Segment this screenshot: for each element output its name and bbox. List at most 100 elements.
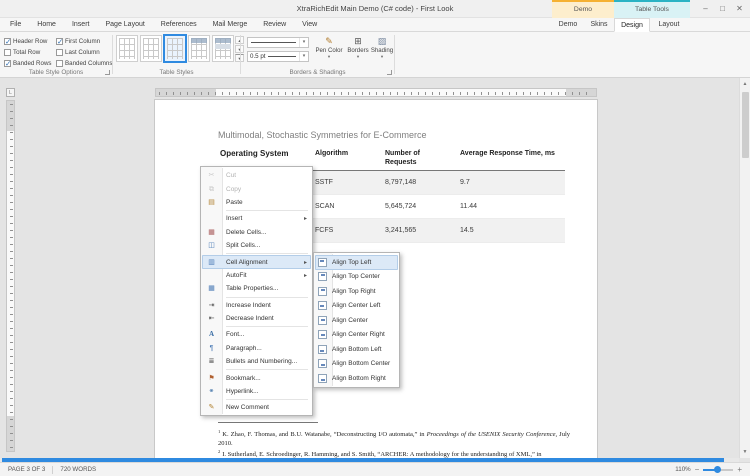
checkbox-header-row[interactable]: Header Row	[4, 36, 54, 46]
menu-item-font[interactable]: Font...	[202, 328, 311, 341]
checkbox-last-column[interactable]: Last Column	[56, 47, 112, 57]
tab-stop-selector[interactable]	[6, 88, 15, 97]
line-style-combo[interactable]	[247, 37, 309, 48]
zoom-out-icon[interactable]	[695, 464, 700, 476]
table-cell-response[interactable]: 11.44	[455, 195, 565, 219]
menu-item-cell-alignment[interactable]: Cell Alignment	[202, 255, 311, 268]
column-header-average-response-time[interactable]: Average Response Time, ms	[455, 146, 565, 171]
maximize-icon[interactable]	[714, 0, 731, 18]
zoom-controls: 110%	[675, 463, 742, 476]
tab-insert[interactable]: Insert	[64, 18, 98, 32]
submenu-item-align-top-left[interactable]: Align Top Left	[315, 255, 398, 270]
table-cell-response[interactable]: 9.7	[455, 171, 565, 195]
menu-item-copy[interactable]: Copy	[202, 182, 311, 195]
menu-item-label: Insert	[221, 215, 242, 222]
checkbox-total-row[interactable]: Total Row	[4, 47, 54, 57]
table-style-preview[interactable]	[212, 35, 234, 62]
group-caption: Table Style Options	[0, 69, 112, 76]
scroll-up-icon[interactable]	[740, 78, 750, 90]
chevron-down-icon[interactable]	[299, 38, 308, 47]
table-cell-algorithm[interactable]: SSTF	[310, 171, 380, 195]
ruler-ticks	[159, 92, 593, 95]
scroll-down-icon[interactable]	[740, 446, 750, 458]
tab-review[interactable]: Review	[255, 18, 294, 32]
checkbox-banded-columns[interactable]: Banded Columns	[56, 58, 112, 68]
table-cell-algorithm[interactable]: SCAN	[310, 195, 380, 219]
tab-view[interactable]: View	[294, 18, 325, 32]
dialog-launcher-icon[interactable]	[387, 70, 392, 75]
submenu-item-align-center-right[interactable]: Align Center Right	[315, 328, 398, 343]
checkbox-first-column[interactable]: First Column	[56, 36, 112, 46]
zoom-in-icon[interactable]	[737, 464, 742, 476]
tab-design[interactable]: Design	[614, 18, 650, 32]
table-cell-response[interactable]: 14.5	[455, 219, 565, 243]
line-weight-combo[interactable]: 0.5 pt	[247, 51, 309, 62]
table-cell-requests[interactable]: 8,797,148	[380, 171, 455, 195]
menu-item-table-properties[interactable]: Table Properties...	[202, 282, 311, 295]
scrollbar-thumb[interactable]	[742, 92, 749, 158]
table-cell-requests[interactable]: 3,241,565	[380, 219, 455, 243]
tab-demo[interactable]: Demo	[552, 18, 584, 32]
menu-item-delete-cells[interactable]: Delete Cells...	[202, 226, 311, 239]
menu-item-autofit[interactable]: AutoFit	[202, 269, 311, 282]
submenu-item-align-bottom-right[interactable]: Align Bottom Right	[315, 371, 398, 386]
align-top-center-icon	[318, 272, 327, 281]
menu-item-paste[interactable]: Paste	[202, 196, 311, 209]
submenu-item-align-top-right[interactable]: Align Top Right	[315, 284, 398, 299]
table-style-preview[interactable]	[116, 35, 138, 62]
horizontal-ruler[interactable]	[155, 88, 597, 97]
page-indicator[interactable]: PAGE 3 OF 3	[8, 466, 45, 473]
submenu-item-align-top-center[interactable]: Align Top Center	[315, 270, 398, 285]
zoom-level[interactable]: 110%	[675, 466, 690, 473]
tab-layout[interactable]: Layout	[650, 18, 688, 32]
tab-skins[interactable]: Skins	[584, 18, 614, 32]
checkbox-label: Banded Columns	[65, 60, 112, 67]
pen-color-button[interactable]: Pen Color	[315, 35, 343, 67]
document-title: Multimodal, Stochastic Symmetries for E-…	[218, 130, 427, 140]
column-header-number-of-requests[interactable]: Number of Requests	[380, 146, 455, 171]
table-style-preview-selected[interactable]	[164, 35, 186, 62]
zoom-slider[interactable]	[703, 469, 733, 471]
submenu-item-align-center[interactable]: Align Center	[315, 313, 398, 328]
menu-item-hyperlink[interactable]: Hyperlink...	[202, 385, 311, 398]
column-header-algorithm[interactable]: Algorithm	[310, 146, 380, 171]
tab-page-layout[interactable]: Page Layout	[97, 18, 152, 32]
menu-item-paragraph[interactable]: Paragraph...	[202, 342, 311, 355]
submenu-item-align-bottom-center[interactable]: Align Bottom Center	[315, 357, 398, 372]
table-style-preview[interactable]	[188, 35, 210, 62]
vertical-scrollbar[interactable]	[739, 78, 750, 458]
table-styles-gallery	[116, 35, 234, 62]
tab-file[interactable]: File	[2, 18, 29, 32]
chevron-down-icon[interactable]	[299, 52, 308, 61]
contextual-category-demo[interactable]: Demo	[552, 0, 614, 18]
menu-item-new-comment[interactable]: New Comment	[202, 401, 311, 414]
tab-home[interactable]: Home	[29, 18, 64, 32]
dialog-launcher-icon[interactable]	[105, 70, 110, 75]
tab-mail-merge[interactable]: Mail Merge	[205, 18, 256, 32]
shading-button[interactable]: Shading	[371, 35, 393, 67]
menu-item-cut[interactable]: Cut	[202, 169, 311, 182]
menu-item-bookmark[interactable]: Bookmark...	[202, 371, 311, 384]
align-center-left-icon	[318, 301, 327, 310]
bullets-numbering-icon	[202, 355, 221, 368]
menu-item-decrease-indent[interactable]: Decrease Indent	[202, 312, 311, 325]
menu-item-bullets-numbering[interactable]: Bullets and Numbering...	[202, 355, 311, 368]
borders-button[interactable]: Borders	[345, 35, 371, 67]
zoom-slider-thumb[interactable]	[714, 466, 721, 473]
contextual-category-table-tools[interactable]: Table Tools	[614, 0, 690, 18]
tab-references[interactable]: References	[153, 18, 205, 32]
menu-item-increase-indent[interactable]: Increase Indent	[202, 299, 311, 312]
close-icon[interactable]	[731, 0, 748, 18]
table-style-preview[interactable]	[140, 35, 162, 62]
word-count[interactable]: 720 WORDS	[60, 466, 96, 473]
checkbox-banded-rows[interactable]: Banded Rows	[4, 58, 54, 68]
table-cell-requests[interactable]: 5,645,724	[380, 195, 455, 219]
menu-item-label: Align Center Left	[327, 302, 380, 309]
submenu-item-align-bottom-left[interactable]: Align Bottom Left	[315, 342, 398, 357]
table-cell-algorithm[interactable]: FCFS	[310, 219, 380, 243]
menu-item-split-cells[interactable]: Split Cells...	[202, 239, 311, 252]
menu-item-insert[interactable]: Insert	[202, 212, 311, 225]
vertical-ruler[interactable]	[6, 100, 15, 452]
minimize-icon[interactable]	[697, 0, 714, 18]
submenu-item-align-center-left[interactable]: Align Center Left	[315, 299, 398, 314]
